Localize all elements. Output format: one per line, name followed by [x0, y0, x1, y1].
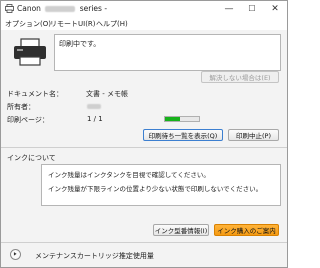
- owner-label: 所有者：: [7, 103, 35, 111]
- menu-help[interactable]: ヘルプ(H): [96, 19, 128, 29]
- status-message: 印刷中です。: [59, 40, 101, 48]
- maintenance-cartridge-label: メンテナンスカートリッジ推定使用量: [35, 252, 154, 260]
- window-title-suffix: series -: [79, 4, 108, 13]
- expand-maintenance-button[interactable]: [10, 249, 21, 260]
- buy-ink-button[interactable]: インク購入のご案内: [214, 224, 279, 236]
- close-button[interactable]: ✕: [264, 1, 286, 17]
- window-title-prefix: Canon: [17, 4, 41, 13]
- window-title: Canon series -: [17, 4, 107, 13]
- minimize-button[interactable]: —: [218, 1, 240, 17]
- ink-model-info-button[interactable]: インク型番情報(I): [153, 224, 209, 236]
- menu-remote-ui[interactable]: リモートUI(R): [50, 19, 96, 29]
- print-progress-bar: [164, 116, 200, 122]
- owner-value-redacted: [87, 104, 101, 109]
- resolve-button[interactable]: 解決しない場合は(E): [201, 71, 279, 83]
- pages-value: 1 / 1: [87, 115, 103, 123]
- ink-section-title: インクについて: [7, 154, 56, 162]
- menu-options[interactable]: オプション(O): [5, 19, 51, 29]
- ink-message-box: インク残量はインクタンクを目視で確認してください。 インク残量が下限ラインの位置…: [41, 164, 281, 206]
- section-divider: [1, 147, 287, 148]
- print-progress-fill: [165, 117, 181, 121]
- printer-app-icon: [5, 4, 14, 13]
- show-queue-button[interactable]: 印刷待ち一覧を表示(Q): [143, 129, 223, 141]
- pages-label: 印刷ページ：: [7, 116, 49, 124]
- ink-message-line: インク残量はインクタンクを目視で確認してください。: [48, 171, 210, 179]
- cancel-print-button[interactable]: 印刷中止(P): [228, 129, 279, 141]
- play-arrow-icon: [13, 252, 17, 256]
- printer-icon: [14, 38, 46, 66]
- footer-divider: [1, 242, 287, 243]
- ink-message-line: インク残量が下限ラインの位置より少ない状態で印刷しないでください。: [48, 185, 263, 193]
- maximize-button[interactable]: ☐: [241, 1, 263, 17]
- printer-status-window: Canon series - — ☐ ✕ オプション(O) リモートUI(R) …: [0, 0, 288, 268]
- window-title-model-redacted: [45, 6, 76, 12]
- document-name-value: 文書 - メモ帳: [86, 90, 128, 98]
- menu-bar: オプション(O) リモートUI(R) ヘルプ(H): [1, 17, 287, 30]
- title-bar[interactable]: Canon series - — ☐ ✕: [1, 1, 287, 17]
- status-message-box: 印刷中です。: [54, 34, 281, 71]
- document-name-label: ドキュメント名：: [7, 90, 63, 98]
